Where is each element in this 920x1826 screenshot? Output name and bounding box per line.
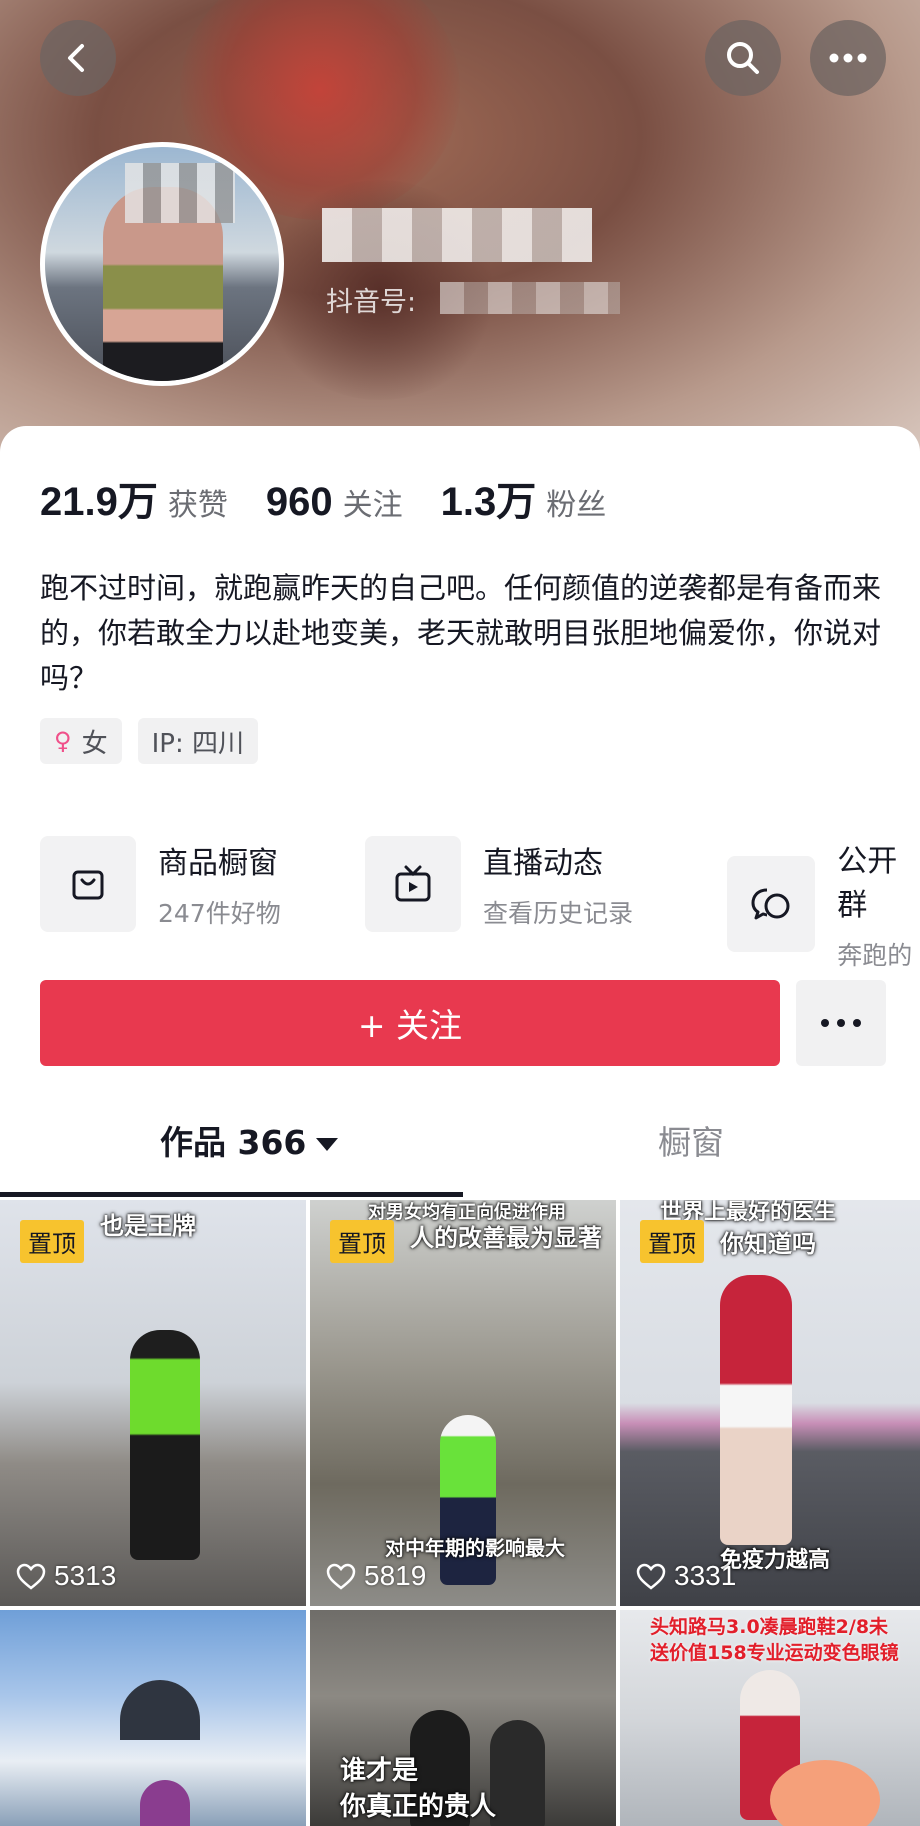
ip-label: IP: 四川: [151, 728, 244, 759]
back-icon: [68, 44, 84, 72]
douyin-id-mosaic: [440, 282, 620, 314]
live-history-subtitle: 查看历史记录: [483, 899, 634, 928]
follow-button[interactable]: + 关注: [40, 980, 780, 1066]
public-group-title: 公开群: [837, 844, 898, 923]
ip-tag: IP: 四川: [137, 718, 258, 764]
video-caption: 谁才是: [340, 1756, 419, 1786]
more-icon: [821, 1019, 861, 1027]
gender-label: 女: [81, 728, 108, 759]
video-thumbnail[interactable]: 谁才是 你真正的贵人: [310, 1610, 616, 1826]
group-icon-box: [727, 856, 816, 952]
caret-down-icon: [316, 1138, 339, 1151]
following-count[interactable]: 960: [266, 480, 333, 525]
search-icon: [727, 42, 759, 74]
likes-label: 获赞: [167, 488, 228, 523]
video-thumbnail[interactable]: 对男女均有正向促进作用 置顶 人的改善最为显著 对中年期的影响最大 5819: [310, 1200, 616, 1606]
public-group-subtitle: 奔跑的: [837, 941, 913, 970]
douyin-id-label: 抖音号:: [326, 287, 417, 318]
profile-tags: ♀ 女 IP: 四川: [40, 718, 258, 764]
heart-icon: [326, 1563, 356, 1590]
gender-tag: ♀ 女: [40, 718, 122, 764]
thumbnail-runner: [140, 1780, 190, 1826]
chat-icon: [751, 888, 790, 920]
avatar[interactable]: [40, 142, 284, 386]
tab-works[interactable]: 作品 366: [160, 1116, 339, 1164]
thumbnail-runner: [720, 1275, 792, 1545]
more-options-button[interactable]: [810, 20, 886, 96]
pinned-badge: 置顶: [330, 1220, 394, 1263]
like-count: 3331: [636, 1560, 736, 1592]
like-count-value: 5313: [54, 1560, 117, 1591]
live-history-title: 直播动态: [483, 846, 603, 881]
following-label: 关注: [342, 488, 403, 523]
back-button[interactable]: [40, 20, 116, 96]
likes-count[interactable]: 21.9万: [40, 469, 158, 527]
video-thumbnail[interactable]: [0, 1610, 306, 1826]
shop-window-entry[interactable]: 商品橱窗 247件好物: [40, 836, 281, 932]
pinned-badge: 置顶: [20, 1220, 84, 1263]
video-caption-bottom: 对中年期的影响最大: [385, 1536, 565, 1560]
bag-icon: [72, 870, 104, 900]
like-count: 5313: [16, 1560, 116, 1592]
tv-icon: [395, 865, 431, 902]
like-count: 5819: [326, 1560, 426, 1592]
thumbnail-runner: [490, 1720, 545, 1826]
live-history-entry[interactable]: 直播动态 查看历史记录: [365, 836, 633, 932]
thumbnail-runner: [130, 1330, 200, 1560]
thumbnail-peach: [770, 1760, 880, 1826]
shop-window-subtitle: 247件好物: [158, 899, 281, 928]
video-thumbnail[interactable]: 世界上最好的医生 置顶 你知道吗 免疫力越高 3331: [620, 1200, 920, 1606]
heart-icon: [636, 1563, 666, 1590]
bio-text: 跑不过时间，就跑赢昨天的自己吧。任何颜值的逆袭都是有备而来的，你若敢全力以赴地变…: [40, 571, 882, 695]
tab-shop-window[interactable]: 橱窗: [658, 1116, 724, 1164]
more-actions-button[interactable]: [796, 980, 886, 1066]
search-button[interactable]: [705, 20, 781, 96]
video-caption: 人的改善最为显著: [410, 1224, 602, 1252]
username-mosaic: [322, 208, 592, 262]
tab-works-label: 作品 366: [160, 1123, 307, 1162]
pinned-badge: 置顶: [640, 1220, 704, 1263]
female-icon: ♀: [54, 727, 72, 755]
shop-icon-box: [40, 836, 136, 932]
video-caption: 你知道吗: [720, 1230, 816, 1258]
shop-window-title: 商品橱窗: [158, 846, 278, 881]
like-count-value: 3331: [674, 1560, 737, 1591]
heart-icon: [16, 1563, 46, 1590]
live-icon-box: [365, 836, 461, 932]
followers-label: 粉丝: [546, 488, 607, 523]
video-caption-bottom: 你真正的贵人: [340, 1792, 497, 1822]
profile-header: 抖音号:: [0, 0, 920, 460]
video-caption: 也是王牌: [100, 1212, 196, 1240]
video-caption-bottom: 送价值158专业运动变色眼镜: [650, 1642, 899, 1664]
followers-count[interactable]: 1.3万: [441, 469, 537, 527]
like-count-value: 5819: [364, 1560, 427, 1591]
more-icon: [829, 53, 867, 63]
video-caption: 头知路马3.0凑晨跑鞋2/8未: [650, 1616, 889, 1638]
stats-row: 21.9万 获赞 960 关注 1.3万 粉丝: [40, 469, 644, 527]
video-thumbnail[interactable]: 头知路马3.0凑晨跑鞋2/8未 送价值158专业运动变色眼镜: [620, 1610, 920, 1826]
public-group-entry[interactable]: 公开群 奔跑的: [727, 836, 920, 972]
video-thumbnail[interactable]: 置顶 也是王牌 5313: [0, 1200, 306, 1606]
avatar-face-mosaic: [125, 163, 235, 223]
content-tabs: 作品 366 橱窗: [0, 1106, 920, 1198]
active-tab-indicator: [0, 1192, 463, 1197]
video-caption-bottom: 免疫力越高: [720, 1548, 831, 1573]
thumbnail-sculpture: [120, 1680, 200, 1740]
